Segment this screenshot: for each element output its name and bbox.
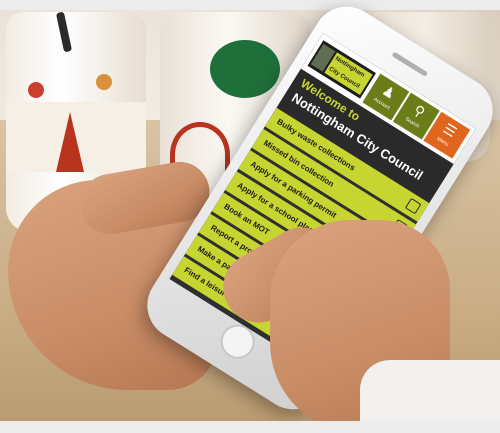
sofa-icon: [404, 197, 422, 215]
ornament-decoration: [28, 82, 44, 98]
tree-decoration: [56, 112, 84, 172]
frame-top: [0, 0, 500, 10]
frame-bottom: [0, 421, 500, 433]
cup-logo-seal: [210, 40, 280, 98]
photo-scene: Nottingham City Council ♟ Account ⚲ Sear…: [0, 0, 500, 433]
ornament-decoration: [96, 74, 112, 90]
hamburger-icon: ☰: [440, 119, 460, 141]
phone-speaker: [391, 51, 429, 77]
